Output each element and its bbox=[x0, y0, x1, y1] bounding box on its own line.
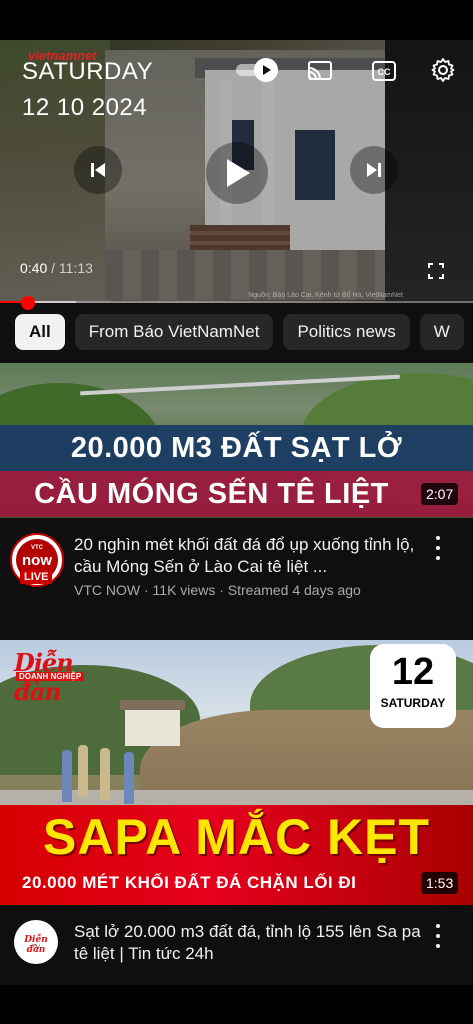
thumbnail-text-line-2: CẦU MÓNG SẾN TÊ LIỆT bbox=[0, 471, 473, 517]
thumbnail-building bbox=[120, 700, 185, 746]
avatar-logo-top: VTC bbox=[31, 545, 43, 551]
chip-politics-news[interactable]: Politics news bbox=[283, 314, 410, 350]
thumbnail-person bbox=[62, 750, 72, 802]
thumbnail-person bbox=[78, 745, 88, 797]
avatar-logo-main: now bbox=[22, 552, 52, 569]
channel-avatar[interactable]: Diễn đàn TV bbox=[14, 920, 58, 964]
cast-button[interactable] bbox=[304, 57, 336, 85]
scrubber-handle[interactable] bbox=[20, 296, 35, 310]
overlay-day: SATURDAY bbox=[22, 58, 154, 85]
chip-more[interactable]: W bbox=[419, 314, 464, 350]
more-options-icon[interactable] bbox=[430, 536, 446, 560]
video-player[interactable]: vietnamnet Nguồn: Báo Lào Cai, Kênh từ B… bbox=[0, 40, 473, 303]
captions-button[interactable]: CC bbox=[370, 57, 398, 85]
date-overlay: SATURDAY 12 10 2024 bbox=[22, 54, 153, 126]
fullscreen-icon bbox=[428, 263, 444, 279]
date-number: 12 bbox=[391, 651, 435, 693]
duration-badge: 1:53 bbox=[421, 872, 459, 894]
total-duration: 11:13 bbox=[58, 260, 93, 276]
play-icon bbox=[227, 159, 250, 187]
captions-icon: CC bbox=[372, 61, 396, 81]
progress-bar[interactable] bbox=[0, 301, 473, 303]
more-options-icon[interactable] bbox=[430, 924, 446, 948]
video-metadata: VTC NOW · 11K views · Streamed 4 days ag… bbox=[74, 582, 361, 598]
navigation-bar bbox=[0, 985, 473, 1024]
video-credit: Nguồn: Báo Lào Cai, Kênh từ Bổ Hà, VietN… bbox=[248, 292, 403, 299]
thumbnail-person bbox=[100, 748, 110, 800]
thumbnail-logo: Diễn đàn DOANH NGHIỆP bbox=[14, 648, 102, 706]
play-button[interactable] bbox=[206, 142, 268, 204]
thumbnail-person bbox=[124, 752, 134, 804]
thumbnail-text-line-1: 20.000 M3 ĐẤT SẠT LỞ bbox=[0, 425, 473, 471]
status-bar bbox=[0, 0, 473, 40]
settings-button[interactable] bbox=[429, 56, 457, 84]
video-title[interactable]: 20 nghìn mét khối đất đá đổ ụp xuống tỉn… bbox=[74, 534, 424, 578]
next-button[interactable] bbox=[350, 146, 398, 194]
avatar-logo-sub: TV bbox=[32, 945, 40, 951]
logo-sub-text: DOANH NGHIỆP bbox=[16, 672, 85, 681]
video-thumbnail[interactable]: 20.000 M3 ĐẤT SẠT LỞ CẦU MÓNG SẾN TÊ LIỆ… bbox=[0, 363, 473, 518]
video-title[interactable]: Sạt lở 20.000 m3 đất đá, tỉnh lộ 155 lên… bbox=[74, 921, 424, 965]
duration-badge: 2:07 bbox=[421, 483, 459, 505]
date-card: 12 SATURDAY bbox=[370, 644, 456, 728]
thumbnail-text-line-2-label: CẦU MÓNG SẾN TÊ LIỆT bbox=[34, 478, 389, 510]
overlay-date: 12 10 2024 bbox=[22, 94, 148, 121]
time-display: 0:40 / 11:13 bbox=[20, 260, 93, 276]
previous-icon bbox=[91, 163, 105, 177]
cast-icon bbox=[308, 61, 332, 80]
autoplay-toggle-icon bbox=[254, 58, 278, 82]
autoplay-toggle[interactable] bbox=[236, 58, 282, 82]
previous-button[interactable] bbox=[74, 146, 122, 194]
video-thumbnail[interactable]: Diễn đàn DOANH NGHIỆP 12 SATURDAY SAPA M… bbox=[0, 640, 473, 905]
chip-from-channel[interactable]: From Báo VietNamNet bbox=[74, 314, 274, 350]
date-day: SATURDAY bbox=[380, 696, 446, 710]
settings-icon bbox=[431, 58, 455, 82]
thumbnail-headline: SAPA MẮC KẸT bbox=[43, 809, 430, 865]
current-time: 0:40 bbox=[20, 260, 48, 276]
time-separator: / bbox=[47, 260, 59, 276]
fullscreen-button[interactable] bbox=[425, 260, 447, 282]
filter-chips: All From Báo VietNamNet Politics news W bbox=[0, 310, 473, 356]
thumbnail-subheadline: 20.000 MÉT KHỐI ĐẤT ĐÁ CHẶN LỐI ĐI bbox=[22, 873, 357, 892]
next-icon bbox=[367, 163, 381, 177]
chip-all[interactable]: All bbox=[15, 314, 65, 350]
svg-text:CC: CC bbox=[378, 67, 391, 77]
live-badge: LIVE bbox=[20, 570, 53, 584]
